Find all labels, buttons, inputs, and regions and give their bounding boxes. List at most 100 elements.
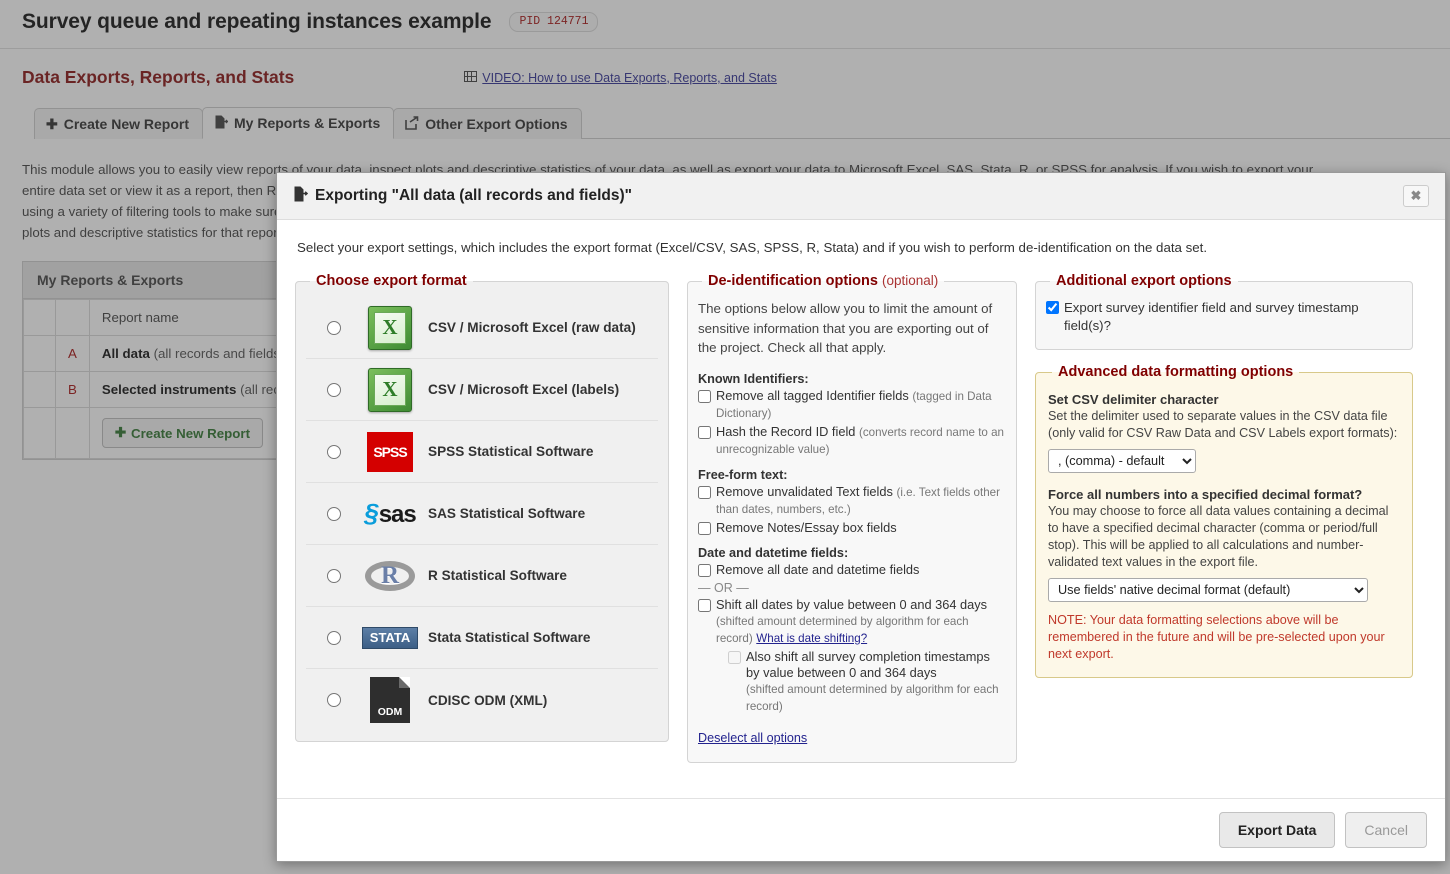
export-settings-dialog: Exporting "All data (all records and fie… (276, 172, 1446, 862)
deidentification-legend-optional: (optional) (882, 273, 939, 288)
advanced-formatting-note: NOTE: Your data formatting selections ab… (1048, 613, 1385, 661)
deidentification-legend-label: De-identification options (708, 273, 878, 289)
dialog-header: Exporting "All data (all records and fie… (277, 173, 1445, 220)
option-remove-tagged-identifiers[interactable]: Remove all tagged Identifier fields (tag… (698, 388, 1006, 422)
format-label-spss: SPSS Statistical Software (428, 444, 594, 459)
delimiter-heading: Set CSV delimiter character (1048, 392, 1219, 407)
format-option-csv-labels[interactable]: X CSV / Microsoft Excel (labels) (306, 359, 658, 421)
format-label-sas: SAS Statistical Software (428, 506, 586, 521)
deselect-all-options-link[interactable]: Deselect all options (698, 731, 807, 745)
option-remove-notes-essay[interactable]: Remove Notes/Essay box fields (698, 520, 1006, 536)
format-option-spss[interactable]: SPSS SPSS Statistical Software (306, 421, 658, 483)
checkbox-shift-survey-timestamps[interactable] (728, 650, 741, 664)
checkbox-remove-tagged-identifiers[interactable] (698, 389, 711, 403)
export-file-icon (293, 186, 309, 207)
decimal-format-description: You may choose to force all data values … (1048, 504, 1389, 569)
option-remove-unvalidated-text[interactable]: Remove unvalidated Text fields (i.e. Tex… (698, 484, 1006, 518)
r-icon: R (352, 556, 428, 596)
checkbox-shift-all-dates[interactable] (698, 598, 711, 612)
format-label-odm: CDISC ODM (XML) (428, 692, 548, 708)
option-remove-unvalidated-text-label: Remove unvalidated Text fields (716, 483, 893, 499)
additional-export-options-legend: Additional export options (1056, 273, 1232, 289)
dialog-columns: Choose export format X CSV / Microsoft E… (295, 273, 1427, 763)
format-radio-odm[interactable] (327, 693, 341, 707)
option-remove-tagged-identifiers-label: Remove all tagged Identifier fields (716, 387, 909, 403)
excel-icon: X (352, 367, 428, 412)
group-known-identifiers: Known Identifiers: (698, 371, 809, 386)
format-radio-wrap (316, 382, 352, 397)
option-shift-all-dates-label: Shift all dates by value between 0 and 3… (716, 596, 988, 612)
decimal-format-heading: Force all numbers into a specified decim… (1048, 487, 1363, 502)
odm-file-icon: ODM (352, 677, 428, 723)
format-option-sas[interactable]: § sas SAS Statistical Software (306, 483, 658, 545)
choose-export-format-panel: Choose export format X CSV / Microsoft E… (295, 273, 669, 742)
decimal-format-select[interactable]: Use fields' native decimal format (defau… (1048, 578, 1368, 602)
format-radio-spss[interactable] (327, 444, 341, 459)
format-label-csv-labels: CSV / Microsoft Excel (labels) (428, 382, 620, 397)
csv-delimiter-select[interactable]: , (comma) - default (1048, 449, 1196, 473)
format-radio-csv-raw[interactable] (327, 320, 341, 335)
format-radio-wrap (316, 568, 352, 583)
delimiter-description: Set the delimiter used to separate value… (1048, 409, 1398, 440)
dialog-title: Exporting "All data (all records and fie… (293, 186, 632, 207)
checkbox-export-survey-identifier[interactable] (1046, 301, 1059, 314)
format-radio-wrap (316, 630, 352, 645)
deidentification-legend: De-identification options (optional) (702, 273, 944, 289)
option-export-survey-identifier[interactable]: Export survey identifier field and surve… (1046, 299, 1402, 335)
option-shift-all-dates[interactable]: Shift all dates by value between 0 and 3… (698, 597, 1006, 647)
dialog-body: Select your export settings, which inclu… (277, 220, 1445, 798)
option-export-survey-identifier-label: Export survey identifier field and surve… (1064, 300, 1359, 333)
checkbox-remove-unvalidated-text[interactable] (698, 485, 711, 499)
option-hash-record-id-label: Hash the Record ID field (716, 423, 856, 439)
option-shift-survey-timestamps-hint: (shifted amount determined by algorithm … (746, 682, 999, 713)
or-separator: — OR — (698, 580, 749, 595)
format-label-stata: Stata Statistical Software (428, 630, 591, 645)
format-radio-wrap (316, 444, 352, 459)
checkbox-remove-all-dates[interactable] (698, 563, 711, 577)
format-option-stata[interactable]: STATA Stata Statistical Software (306, 607, 658, 669)
export-data-button[interactable]: Export Data (1218, 812, 1336, 848)
dialog-intro-text: Select your export settings, which inclu… (297, 240, 1208, 255)
format-radio-wrap (316, 506, 352, 521)
format-option-odm[interactable]: ODM CDISC ODM (XML) (306, 669, 658, 731)
option-shift-survey-timestamps-text: Also shift all survey completion timesta… (746, 649, 1006, 715)
format-label-csv-raw: CSV / Microsoft Excel (raw data) (428, 320, 636, 335)
option-remove-tagged-identifiers-text: Remove all tagged Identifier fields (tag… (716, 388, 1006, 422)
advanced-data-formatting-legend: Advanced data formatting options (1058, 364, 1294, 380)
format-radio-sas[interactable] (327, 506, 341, 521)
dialog-title-label: Exporting "All data (all records and fie… (315, 187, 633, 204)
format-radio-wrap (316, 693, 352, 707)
close-icon[interactable]: ✖ (1403, 185, 1429, 207)
option-remove-unvalidated-text-text: Remove unvalidated Text fields (i.e. Tex… (716, 484, 1006, 518)
spss-icon: SPSS (352, 431, 428, 472)
format-radio-r[interactable] (327, 568, 341, 583)
format-radio-wrap (316, 320, 352, 335)
deidentification-panel: De-identification options (optional) The… (687, 273, 1017, 763)
excel-icon: X (352, 305, 428, 350)
sas-icon: § sas (364, 498, 417, 528)
format-radio-stata[interactable] (327, 630, 341, 645)
group-date-datetime-fields: Date and datetime fields: (698, 545, 849, 560)
additional-export-options-panel: Additional export options Export survey … (1035, 273, 1413, 350)
option-hash-record-id[interactable]: Hash the Record ID field (converts recor… (698, 424, 1006, 458)
checkbox-hash-record-id[interactable] (698, 425, 711, 439)
format-label-r: R Statistical Software (428, 568, 567, 583)
dialog-footer: Export Data Cancel (277, 798, 1445, 861)
format-radio-csv-labels[interactable] (327, 382, 341, 397)
option-remove-all-dates[interactable]: Remove all date and datetime fields (698, 562, 1006, 578)
deidentification-intro: The options below allow you to limit the… (698, 301, 993, 355)
format-option-r[interactable]: R R Statistical Software (306, 545, 658, 607)
option-hash-record-id-text: Hash the Record ID field (converts recor… (716, 424, 1006, 458)
cancel-button[interactable]: Cancel (1345, 812, 1427, 848)
checkbox-remove-notes-essay[interactable] (698, 521, 711, 535)
option-shift-all-dates-text: Shift all dates by value between 0 and 3… (716, 597, 1006, 647)
date-shifting-help-link[interactable]: What is date shifting? (756, 632, 867, 645)
advanced-data-formatting-panel: Advanced data formatting options Set CSV… (1035, 364, 1413, 678)
group-free-form-text: Free-form text: (698, 467, 788, 482)
deidentification-column: De-identification options (optional) The… (687, 273, 1017, 763)
additional-options-column: Additional export options Export survey … (1035, 273, 1413, 678)
format-option-csv-raw[interactable]: X CSV / Microsoft Excel (raw data) (306, 297, 658, 359)
choose-export-format-legend: Choose export format (316, 273, 467, 289)
option-remove-notes-essay-label: Remove Notes/Essay box fields (716, 519, 897, 535)
option-shift-survey-timestamps[interactable]: Also shift all survey completion timesta… (728, 649, 1006, 715)
